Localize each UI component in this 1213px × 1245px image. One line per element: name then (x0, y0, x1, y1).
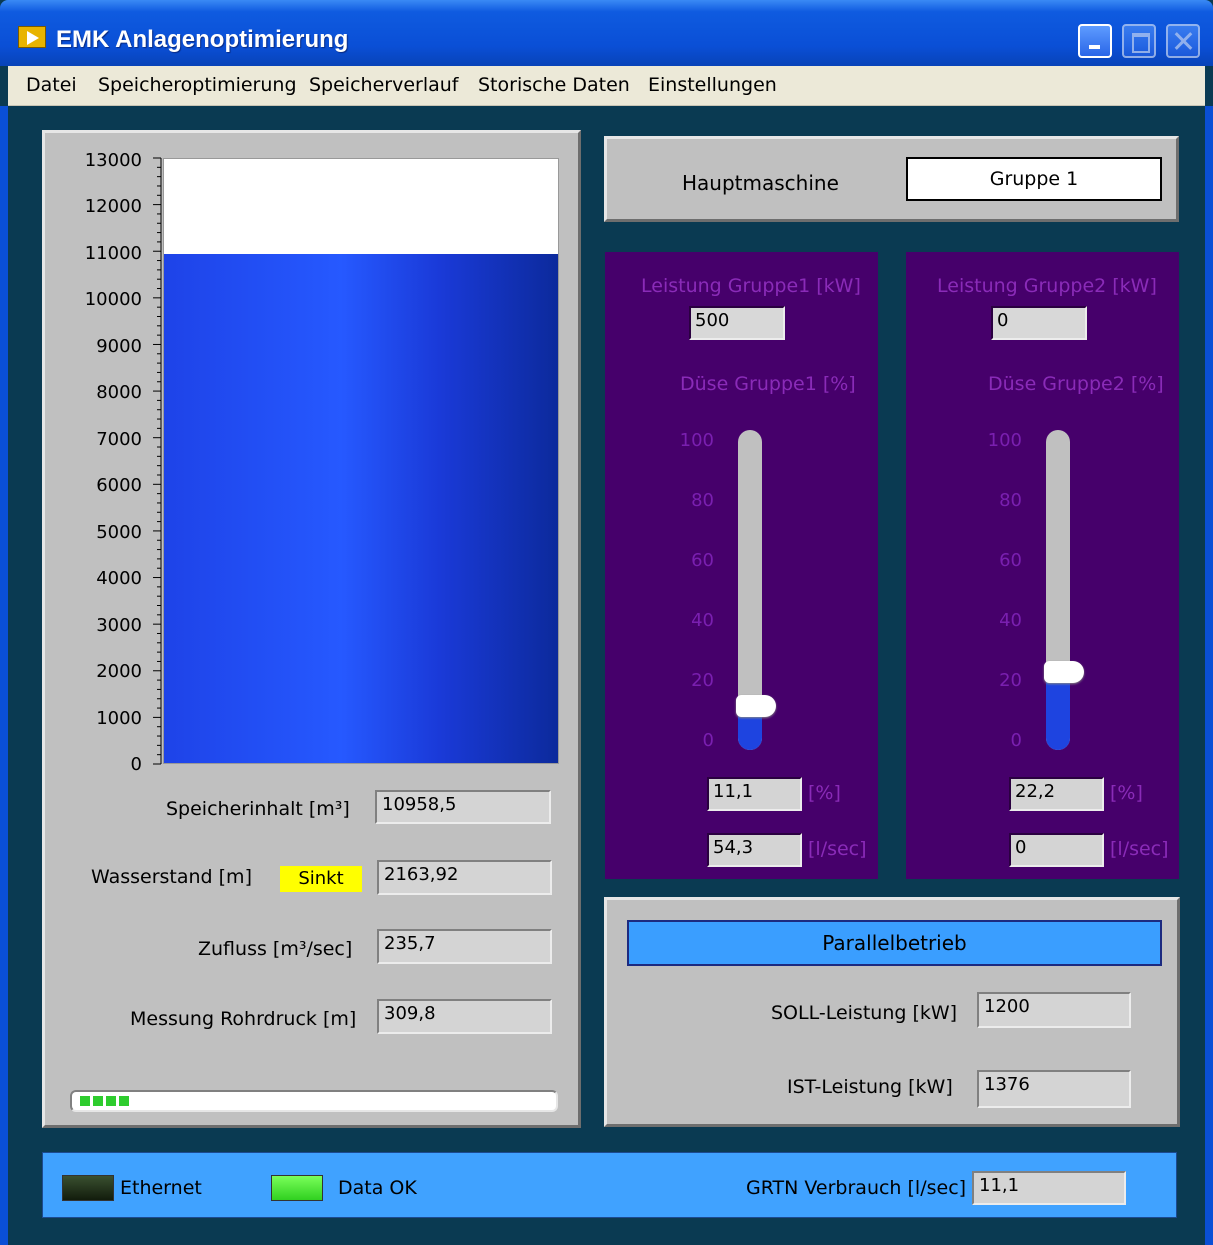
gauge-tick-label: 0 (130, 754, 142, 775)
wasserstand-label: Wasserstand [m] (91, 866, 252, 888)
gruppe1-fluss-value: 54,3 (707, 833, 802, 867)
data-ok-label: Data OK (338, 1177, 417, 1199)
leistung-gruppe2-label: Leistung Gruppe2 [kW] (937, 275, 1157, 297)
leistung-gruppe1-value[interactable]: 500 (689, 306, 785, 340)
duese-gruppe1-tick: 100 (679, 430, 714, 451)
gauge-tick-label: 11000 (84, 243, 142, 264)
duese-gruppe2-tick: 40 (999, 610, 1022, 631)
duese-gruppe1-prozent-value: 11,1 (707, 777, 802, 811)
parallelbetrieb-button[interactable]: Parallelbetrieb (627, 920, 1162, 966)
duese-gruppe1-tick: 40 (691, 610, 714, 631)
app-icon (18, 26, 46, 48)
gauge-tick-label: 9000 (96, 336, 142, 357)
gruppe2-fluss-unit: [l/sec] (1110, 838, 1169, 860)
rohrdruck-value: 309,8 (377, 999, 552, 1034)
duese-gruppe2-knob[interactable] (1044, 661, 1084, 684)
storage-level-gauge (163, 158, 559, 764)
gauge-tick-label: 12000 (84, 196, 142, 217)
close-button[interactable] (1166, 24, 1200, 58)
duese-gruppe2-tick: 0 (1010, 730, 1022, 751)
duese-gruppe2-fill (1046, 673, 1070, 750)
gauge-tick-label: 4000 (96, 568, 142, 589)
menu-speicheroptimierung[interactable]: Speicheroptimierung (98, 74, 297, 96)
menu-einstellungen[interactable]: Einstellungen (648, 74, 777, 96)
ist-leistung-label: IST-Leistung [kW] (787, 1076, 953, 1098)
gauge-tick-label: 10000 (84, 289, 142, 310)
gauge-tick-label: 7000 (96, 429, 142, 450)
wasserstand-value: 2163,92 (377, 860, 552, 895)
leistung-gruppe2-value[interactable]: 0 (991, 306, 1087, 340)
ethernet-led-indicator (62, 1175, 114, 1201)
duese-gruppe2-prozent-value: 22,2 (1009, 777, 1104, 811)
soll-leistung-label: SOLL-Leistung [kW] (771, 1002, 958, 1024)
duese-gruppe1-tick: 0 (702, 730, 714, 751)
rohrdruck-label: Messung Rohrdruck [m] (130, 1008, 357, 1030)
progress-bar (70, 1090, 558, 1112)
progress-block (106, 1096, 116, 1106)
minimize-button[interactable] (1078, 24, 1112, 58)
window-title: EMK Anlagenoptimierung (56, 26, 349, 53)
storage-level-fill (164, 253, 558, 763)
menu-speicherverlauf[interactable]: Speicherverlauf (309, 74, 458, 96)
soll-leistung-value[interactable]: 1200 (977, 992, 1131, 1028)
duese-gruppe2-slider[interactable] (1044, 430, 1084, 750)
duese-gruppe1-label: Düse Gruppe1 [%] (680, 373, 856, 395)
duese-gruppe1-tick: 80 (691, 490, 714, 511)
gruppe1-fluss-unit: [l/sec] (808, 838, 867, 860)
duese-gruppe1-slider[interactable] (736, 430, 776, 750)
gauge-tick-label: 8000 (96, 382, 142, 403)
progress-block (119, 1096, 129, 1106)
wasserstand-status-badge: Sinkt (280, 866, 362, 892)
window-frame-right (1205, 106, 1213, 1245)
ist-leistung-value: 1376 (977, 1070, 1131, 1108)
grtn-verbrauch-value: 11,1 (972, 1171, 1126, 1205)
gauge-tick-label: 6000 (96, 475, 142, 496)
gauge-tick-label: 1000 (96, 708, 142, 729)
speicherinhalt-value: 10958,5 (375, 790, 551, 824)
speicherinhalt-label: Speicherinhalt [m³] (166, 798, 350, 820)
duese-gruppe1-prozent-unit: [%] (808, 782, 841, 804)
gauge-tick-label: 13000 (84, 150, 142, 171)
duese-gruppe1-tick: 60 (691, 550, 714, 571)
grtn-verbrauch-label: GRTN Verbrauch [l/sec] (746, 1177, 967, 1199)
gauge-axis (153, 157, 162, 765)
progress-block (80, 1096, 90, 1106)
hauptmaschine-field[interactable]: Gruppe 1 (906, 157, 1162, 201)
ethernet-label: Ethernet (120, 1177, 202, 1199)
hauptmaschine-label: Hauptmaschine (682, 171, 839, 195)
duese-gruppe2-prozent-unit: [%] (1110, 782, 1143, 804)
maximize-button[interactable] (1122, 24, 1156, 58)
gauge-tick-label: 3000 (96, 615, 142, 636)
menu-bar: Datei Speicheroptimierung Speicherverlau… (8, 66, 1205, 106)
zufluss-label: Zufluss [m³/sec] (198, 938, 353, 960)
progress-block (93, 1096, 103, 1106)
gruppe2-fluss-value: 0 (1009, 833, 1104, 867)
window-frame-left (0, 106, 8, 1245)
gauge-tick-label: 5000 (96, 522, 142, 543)
menu-datei[interactable]: Datei (26, 74, 77, 96)
leistung-gruppe1-label: Leistung Gruppe1 [kW] (641, 275, 861, 297)
data-ok-led-indicator (271, 1175, 323, 1201)
zufluss-value: 235,7 (377, 929, 552, 964)
duese-gruppe2-tick: 80 (999, 490, 1022, 511)
duese-gruppe2-tick: 60 (999, 550, 1022, 571)
duese-gruppe2-tick: 20 (999, 670, 1022, 691)
gauge-tick-label: 2000 (96, 661, 142, 682)
menu-storische-daten[interactable]: Storische Daten (478, 74, 630, 96)
duese-gruppe1-tick: 20 (691, 670, 714, 691)
duese-gruppe1-knob[interactable] (736, 694, 776, 717)
duese-gruppe2-tick: 100 (987, 430, 1022, 451)
duese-gruppe2-label: Düse Gruppe2 [%] (988, 373, 1164, 395)
